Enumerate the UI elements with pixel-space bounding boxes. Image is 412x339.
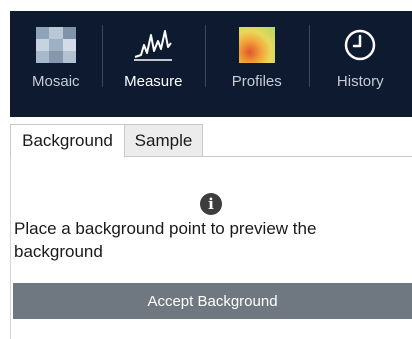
panel-border <box>10 157 11 339</box>
spectrum-icon <box>133 25 173 65</box>
info-icon: i <box>200 193 222 215</box>
main-toolbar: Mosaic Measure Profiles History <box>10 11 412 117</box>
tab-sample[interactable]: Sample <box>125 124 203 157</box>
instruction-message: Place a background point to preview the … <box>14 219 317 261</box>
toolbar-item-history[interactable]: History <box>308 11 412 117</box>
toolbar-item-measure[interactable]: Measure <box>101 11 205 117</box>
toolbar-item-label: History <box>336 73 384 90</box>
toolbar-item-profiles[interactable]: Profiles <box>205 11 308 117</box>
tab-bar: Background Sample <box>10 124 412 158</box>
heatmap-icon <box>237 25 277 65</box>
accept-background-button[interactable]: Accept Background <box>13 283 412 319</box>
toolbar-item-label: Profiles <box>231 73 282 90</box>
toolbar-item-label: Measure <box>124 73 183 90</box>
toolbar-item-label: Mosaic <box>32 73 80 90</box>
toolbar-item-mosaic[interactable]: Mosaic <box>10 11 102 117</box>
clock-icon <box>340 25 380 65</box>
mosaic-icon <box>35 25 76 65</box>
tab-background[interactable]: Background <box>10 124 125 158</box>
